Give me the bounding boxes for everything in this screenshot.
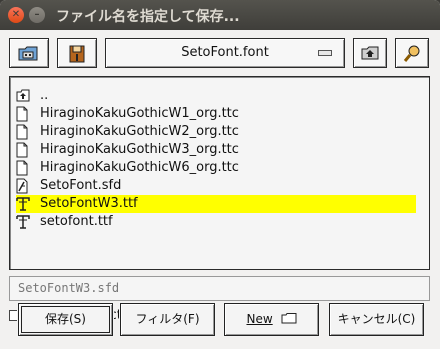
file-name: HiraginoKakuGothicW1_org.ttc (40, 106, 239, 121)
file-row[interactable]: HiraginoKakuGothicW2_org.ttc (16, 123, 416, 141)
home-button[interactable] (9, 38, 49, 68)
file-row[interactable]: SetoFont.sfd (16, 177, 416, 195)
file-name: SetoFont.sfd (40, 178, 122, 193)
save-button[interactable]: 保存(S) (18, 303, 113, 336)
close-window-button[interactable]: ✕ (8, 7, 24, 23)
file-icon (16, 160, 30, 176)
new-folder-button[interactable]: New (224, 303, 319, 336)
filename-input[interactable]: SetoFontW3.sfd (9, 276, 430, 301)
file-name: HiraginoKakuGothicW2_org.ttc (40, 124, 239, 139)
folder-icon (281, 313, 296, 324)
file-name: HiraginoKakuGothicW3_org.ttc (40, 142, 239, 157)
file-name: SetoFontW3.ttf (40, 196, 138, 211)
save-dialog-window: ✕ – ファイル名を指定して保存... SetoFont.font .. Hir… (0, 0, 440, 349)
minimize-window-button[interactable]: – (29, 7, 45, 23)
filter-button-label: フィルタ(F) (135, 312, 200, 326)
file-row[interactable]: setofont.ttf (16, 213, 416, 231)
current-path: SetoFont.font (181, 45, 269, 60)
home-icon (18, 46, 38, 61)
file-name: .. (40, 88, 49, 103)
file-row-selected[interactable]: SetoFontW3.ttf (16, 195, 416, 213)
file-name: setofont.ttf (40, 214, 113, 229)
font-file-icon (16, 214, 30, 230)
save-button-label: 保存(S) (45, 312, 86, 326)
file-icon (16, 124, 30, 140)
cancel-button[interactable]: キャンセル(C) (329, 303, 424, 336)
window-title: ファイル名を指定して保存... (56, 9, 240, 25)
file-row[interactable]: .. (16, 87, 416, 105)
filter-button[interactable]: フィルタ(F) (120, 303, 215, 336)
toolbar: SetoFont.font (0, 30, 440, 76)
file-row[interactable]: HiraginoKakuGothicW3_org.ttc (16, 141, 416, 159)
file-list[interactable]: .. HiraginoKakuGothicW1_org.ttc HiraginoKa… (9, 76, 430, 270)
parent-dir-icon (361, 46, 379, 60)
dialog-body: SetoFont.font .. HiraginoKakuGothicW1_org… (0, 30, 440, 349)
parent-dir-button[interactable] (353, 38, 387, 68)
up-folder-icon (16, 88, 30, 104)
file-row[interactable]: HiraginoKakuGothicW6_org.ttc (16, 159, 416, 177)
bookmarks-button[interactable] (57, 38, 97, 68)
search-button[interactable] (395, 38, 429, 68)
sfd-file-icon (16, 178, 30, 194)
new-button-label: New (246, 312, 273, 326)
bookmarks-icon (69, 45, 85, 63)
file-name: HiraginoKakuGothicW6_org.ttc (40, 160, 239, 175)
cancel-button-label: キャンセル(C) (337, 312, 416, 326)
file-icon (16, 106, 30, 122)
search-icon (403, 45, 420, 62)
file-icon (16, 142, 30, 158)
font-file-icon (16, 196, 30, 212)
path-selector[interactable]: SetoFont.font (105, 38, 345, 68)
title-bar: ✕ – ファイル名を指定して保存... (0, 0, 440, 30)
dropdown-icon (318, 50, 332, 56)
file-row[interactable]: HiraginoKakuGothicW1_org.ttc (16, 105, 416, 123)
